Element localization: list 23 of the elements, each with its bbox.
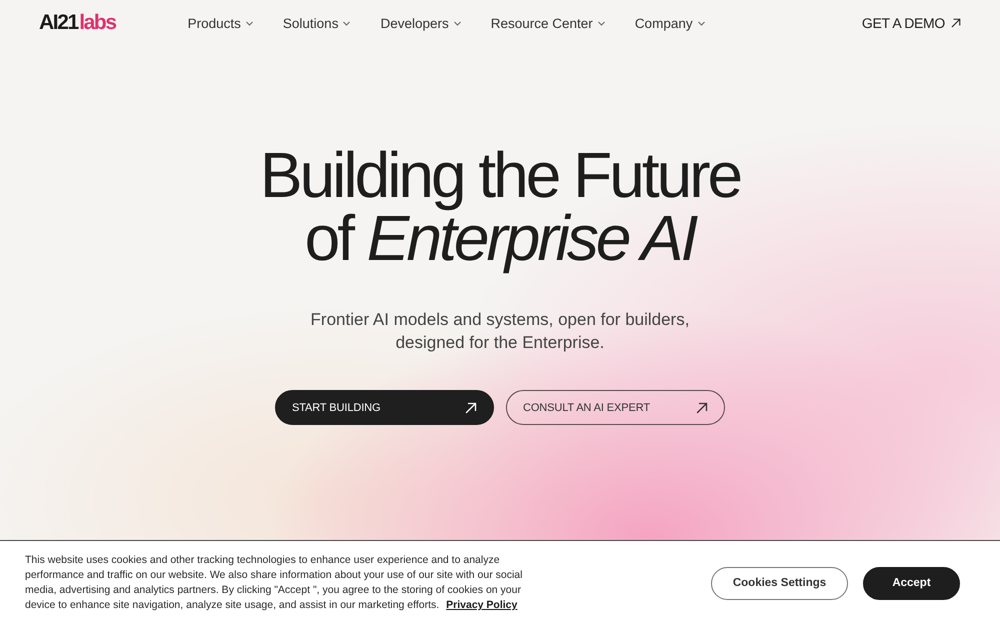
nav-menu-item[interactable]: Company xyxy=(634,16,705,30)
chevron-down-icon xyxy=(598,20,605,26)
consult-expert-button[interactable]: CONSULT AN AI EXPERT xyxy=(506,390,725,425)
hero-subtitle: Frontier AI models and systems, open for builders, designed for the Enterprise. xyxy=(310,309,690,354)
logo[interactable]: AI21labs xyxy=(39,11,116,35)
arrow-icon xyxy=(951,18,961,28)
nav-menu-item[interactable]: Developers xyxy=(380,16,461,30)
cookie-settings-button[interactable]: Cookies Settings xyxy=(711,566,848,600)
chevron-down-icon xyxy=(343,20,350,26)
nav-menu-item[interactable]: Resource Center xyxy=(490,16,605,30)
privacy-policy-link[interactable]: Privacy Policy xyxy=(446,599,518,611)
hero-headline: Building the Future of Enterprise AI xyxy=(258,142,742,276)
arrow-icon xyxy=(696,402,708,414)
chevron-down-icon xyxy=(246,20,253,26)
nav-menu-item[interactable]: Solutions xyxy=(282,16,350,30)
chevron-down-icon xyxy=(698,20,705,26)
get-demo-link[interactable]: GET A DEMO xyxy=(862,15,961,31)
start-building-button[interactable]: START BUILDING xyxy=(275,390,494,425)
cookie-notice-text: This website uses cookies and other tracking technologies to enhance user experience and to analyze performance and traffic on our website. We also share information about your use of our site with our social media, advertising and analytics partners. By clicking "Accept ", you agree to the storing of cookies on your device to enhance site navigation, analyze site usage, and assist in our marketing efforts. Privacy Policy xyxy=(25,553,524,613)
arrow-icon xyxy=(465,402,477,414)
nav-menu-item[interactable]: Products xyxy=(188,16,253,30)
chevron-down-icon xyxy=(454,20,461,26)
accept-button[interactable]: Accept xyxy=(863,566,960,600)
